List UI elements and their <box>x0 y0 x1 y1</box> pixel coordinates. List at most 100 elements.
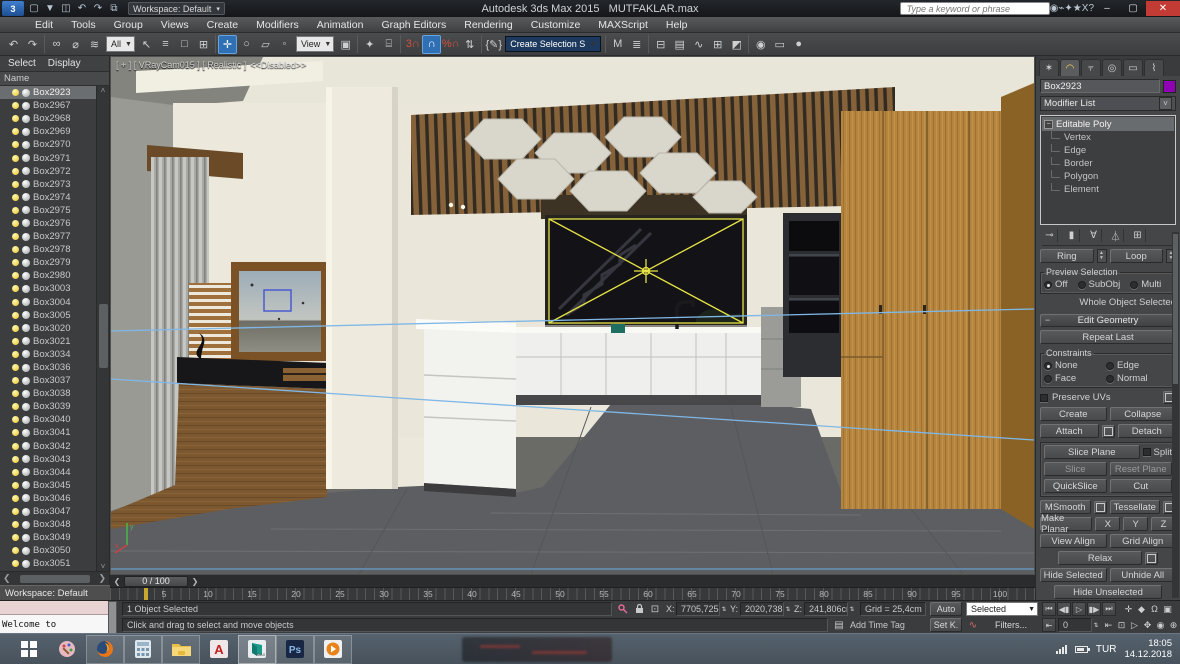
lock-icon[interactable] <box>632 602 646 616</box>
keyboard-override-icon[interactable]: ⌸ <box>379 35 398 54</box>
lightbulb-icon[interactable] <box>12 534 19 541</box>
explorer-row[interactable]: Box2975 <box>0 204 109 217</box>
lightbulb-icon[interactable] <box>12 272 19 279</box>
select-and-rotate-icon[interactable]: ○ <box>237 35 256 54</box>
unlink-selection-icon[interactable]: ⌀ <box>66 35 85 54</box>
lightbulb-icon[interactable] <box>12 469 19 476</box>
msmooth-button[interactable]: MSmooth <box>1040 500 1091 514</box>
stack-item-border[interactable]: Border <box>1042 157 1174 170</box>
project-folder-icon[interactable]: ⧉ <box>106 2 122 16</box>
create-tab[interactable]: ✶ <box>1039 59 1059 76</box>
detach-button[interactable]: Detach <box>1118 424 1177 438</box>
slice-button[interactable]: Slice <box>1044 462 1107 476</box>
scroll-up-icon[interactable]: ˄ <box>97 86 109 95</box>
menu-customize[interactable]: Customize <box>522 17 590 33</box>
snaps-toggle-icon[interactable]: 3∩ <box>403 35 422 54</box>
menu-views[interactable]: Views <box>152 17 198 33</box>
new-scene-icon[interactable]: ▢ <box>26 2 42 16</box>
current-frame-marker[interactable] <box>144 588 148 600</box>
time-slider[interactable]: ❮ 0 / 100 ❯ <box>110 575 1035 588</box>
lightbulb-icon[interactable] <box>12 246 19 253</box>
msmooth-settings-button[interactable] <box>1094 501 1107 514</box>
close-button[interactable]: ✕ <box>1146 1 1180 16</box>
field-of-view-icon[interactable]: ▷ <box>1128 618 1141 632</box>
modifier-list-dropdown[interactable]: Modifier List˅ <box>1040 96 1176 111</box>
explorer-row[interactable]: Box3045 <box>0 479 109 492</box>
relax-settings-button[interactable] <box>1145 552 1158 565</box>
frame-tick-label[interactable]: 10 <box>203 589 212 599</box>
panel-scrollbar[interactable] <box>1172 232 1179 598</box>
lightbulb-icon[interactable] <box>12 416 19 423</box>
tessellate-button[interactable]: Tessellate <box>1110 500 1161 514</box>
view-align-button[interactable]: View Align <box>1040 534 1107 548</box>
frame-tick-label[interactable]: 90 <box>907 589 916 599</box>
select-and-move-icon[interactable]: ✛ <box>218 35 237 54</box>
constraint-edge-radio[interactable]: Edge <box>1106 360 1139 371</box>
lightbulb-icon[interactable] <box>12 299 19 306</box>
scrollbar-thumb[interactable] <box>99 304 108 368</box>
favorites-star-icon[interactable]: ★ <box>1073 3 1082 14</box>
lightbulb-icon[interactable] <box>12 102 19 109</box>
z-coordinate-field[interactable]: 241,806cm <box>804 602 848 616</box>
explorer-row[interactable]: Box3050 <box>0 544 109 557</box>
frame-tick-label[interactable]: 80 <box>819 589 828 599</box>
time-slider-button[interactable]: 0 / 100 <box>124 576 188 587</box>
select-and-manipulate-icon[interactable]: ✦ <box>360 35 379 54</box>
named-selection-sets-dropdown[interactable]: Create Selection S▼ <box>505 36 601 52</box>
3dsmax-icon[interactable]: MAX <box>238 635 276 664</box>
object-color-swatch[interactable] <box>1163 80 1176 93</box>
select-object-icon[interactable]: ↖ <box>137 35 156 54</box>
current-frame-field[interactable]: 0 <box>1058 618 1092 632</box>
selection-filter-dropdown[interactable]: All▼ <box>106 36 135 52</box>
lightbulb-icon[interactable] <box>12 403 19 410</box>
maximize-button[interactable]: ▢ <box>1120 1 1146 16</box>
scrollbar-thumb[interactable] <box>1173 234 1178 384</box>
next-frame-arrow[interactable]: ❯ <box>188 577 202 586</box>
use-pivot-point-center-icon[interactable]: ▣ <box>336 35 355 54</box>
scroll-left-icon[interactable]: ❮ <box>3 573 11 584</box>
lightbulb-icon[interactable] <box>12 285 19 292</box>
explorer-row[interactable]: Box2980 <box>0 269 109 282</box>
maximize-viewport-icon[interactable]: ▣ <box>1161 602 1174 616</box>
auto-key-button[interactable]: Auto <box>930 602 962 616</box>
network-signal-icon[interactable] <box>1056 645 1067 654</box>
preview-off-radio[interactable]: Off <box>1044 279 1068 290</box>
stack-item-editable-poly[interactable]: − Editable Poly <box>1042 117 1174 131</box>
save-file-icon[interactable]: ◫ <box>58 2 74 16</box>
explorer-row[interactable]: Box2923 <box>0 86 109 99</box>
redo-icon[interactable]: ↷ <box>23 35 42 54</box>
ring-spinner[interactable]: ▲▼ <box>1097 249 1107 263</box>
unhide-all-button[interactable]: Unhide All <box>1110 568 1177 582</box>
repeat-last-button[interactable]: Repeat Last <box>1040 330 1176 344</box>
configure-modifier-sets-icon[interactable]: ⊞ <box>1130 229 1146 242</box>
explorer-horizontal-scrollbar[interactable]: ❮ ❯ <box>0 571 109 585</box>
absolute-offset-mode-icon[interactable]: ⊡ <box>648 602 662 616</box>
explorer-row[interactable]: Box2970 <box>0 138 109 151</box>
explorer-row[interactable]: Box3042 <box>0 440 109 453</box>
planar-y-button[interactable]: Y <box>1123 517 1148 531</box>
zoom-extents-icon[interactable]: ◆ <box>1135 602 1148 616</box>
pin-stack-icon[interactable]: ⊸ <box>1042 229 1058 242</box>
frame-tick-label[interactable]: 100 <box>993 589 1007 599</box>
explorer-row[interactable]: Box2976 <box>0 217 109 230</box>
scrollbar-thumb[interactable] <box>20 575 90 583</box>
lightbulb-icon[interactable] <box>12 259 19 266</box>
lightbulb-icon[interactable] <box>12 155 19 162</box>
attach-settings-button[interactable] <box>1102 425 1115 438</box>
explorer-row[interactable]: Box3034 <box>0 348 109 361</box>
play-icon[interactable]: ▷ <box>1072 602 1086 616</box>
hide-selected-button[interactable]: Hide Selected <box>1040 568 1107 582</box>
calculator-icon[interactable] <box>124 635 162 664</box>
curve-editor-icon[interactable]: ∿ <box>689 35 708 54</box>
previous-frame-arrow[interactable]: ❮ <box>110 577 124 586</box>
select-by-name-icon[interactable]: ≡ <box>156 35 175 54</box>
select-and-link-icon[interactable]: ∞ <box>47 35 66 54</box>
frame-tick-label[interactable]: 50 <box>555 589 564 599</box>
pan-view-icon[interactable]: ✛ <box>1122 602 1135 616</box>
z-spinner[interactable]: ⇅ <box>848 602 856 616</box>
file-explorer-icon[interactable] <box>162 635 200 664</box>
clock[interactable]: 18:05 14.12.2018 <box>1124 638 1172 660</box>
start-button[interactable] <box>10 635 48 664</box>
add-time-tag[interactable]: Add Time Tag <box>846 618 926 632</box>
explorer-row[interactable]: Box3036 <box>0 361 109 374</box>
